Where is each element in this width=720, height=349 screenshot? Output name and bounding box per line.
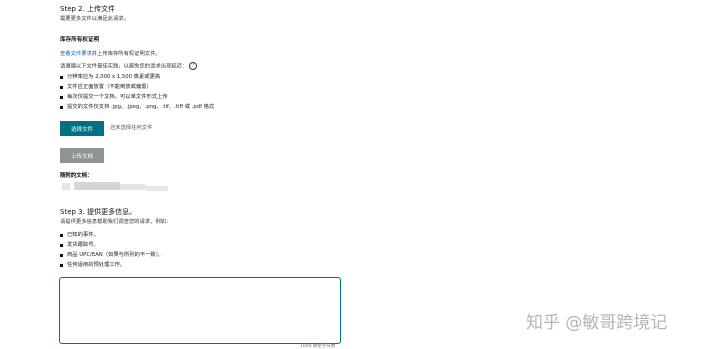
list-item: 已知的事件。 — [60, 230, 164, 240]
list-item: 任何适用的预处理工作。 — [60, 260, 164, 270]
list-item: 发货跟踪号。 — [60, 240, 164, 250]
attached-documents-label: 随附的文档： — [60, 173, 93, 179]
step2-title: Step 2. 上传文件 — [60, 5, 116, 13]
step3-examples-list: 已知的事件。 发货跟踪号。 商品 UPC/EAN（如果与所列的不一致）。 任何适… — [60, 230, 164, 270]
no-file-chosen-text: 还未选择任何文件 — [110, 125, 153, 131]
char-counter: 1000 剩余字符数 — [300, 344, 336, 349]
list-item: 每次仅提交一个文档，可以单文件形式上传 — [60, 92, 214, 102]
step2-subtitle: 需要更多文件以满足此请求。 — [60, 16, 129, 22]
list-item: 提交的文件仅支持 .jpg、.jpeg、.png、.tif、.tiff 或 .p… — [60, 102, 214, 112]
additional-info-textarea[interactable] — [59, 277, 341, 344]
list-item: 分辨率应为 2,000 x 1,500 像素或更高 — [60, 72, 214, 82]
file-requirements-link[interactable]: 查看文件要求 — [60, 51, 92, 57]
proof-best-practices-list: 分辨率应为 2,000 x 1,500 像素或更高 文件应正面放置（不能倒放或偏… — [60, 72, 214, 112]
choose-file-button[interactable]: 选择文件 — [60, 121, 104, 136]
proof-instruction-text: 请遵循以下文件最佳实践，以避免您的请求出现延迟： — [60, 63, 188, 70]
proof-instruction: 请遵循以下文件最佳实践，以避免您的请求出现延迟：? — [60, 62, 198, 71]
proof-intro: 查看文件要求并上传库存所有权证明文件。 — [60, 51, 161, 58]
upload-document-button[interactable]: 上传文档 — [60, 148, 104, 163]
watermark-text: 知乎 @敏哥跨境记 — [526, 313, 668, 333]
proof-intro-text: 并上传库存所有权证明文件。 — [91, 51, 161, 57]
list-item: 商品 UPC/EAN（如果与所列的不一致）。 — [60, 250, 164, 260]
step3-intro: 请提供更多信息帮助我们调查您的请求，例如： — [60, 219, 172, 225]
help-icon[interactable]: ? — [189, 62, 198, 70]
step3-title: Step 3. 提供更多信息。 — [60, 208, 137, 216]
proof-heading: 库存所有权证明 — [60, 37, 100, 43]
list-item: 文件应正面放置（不能倒放或偏置） — [60, 82, 214, 92]
